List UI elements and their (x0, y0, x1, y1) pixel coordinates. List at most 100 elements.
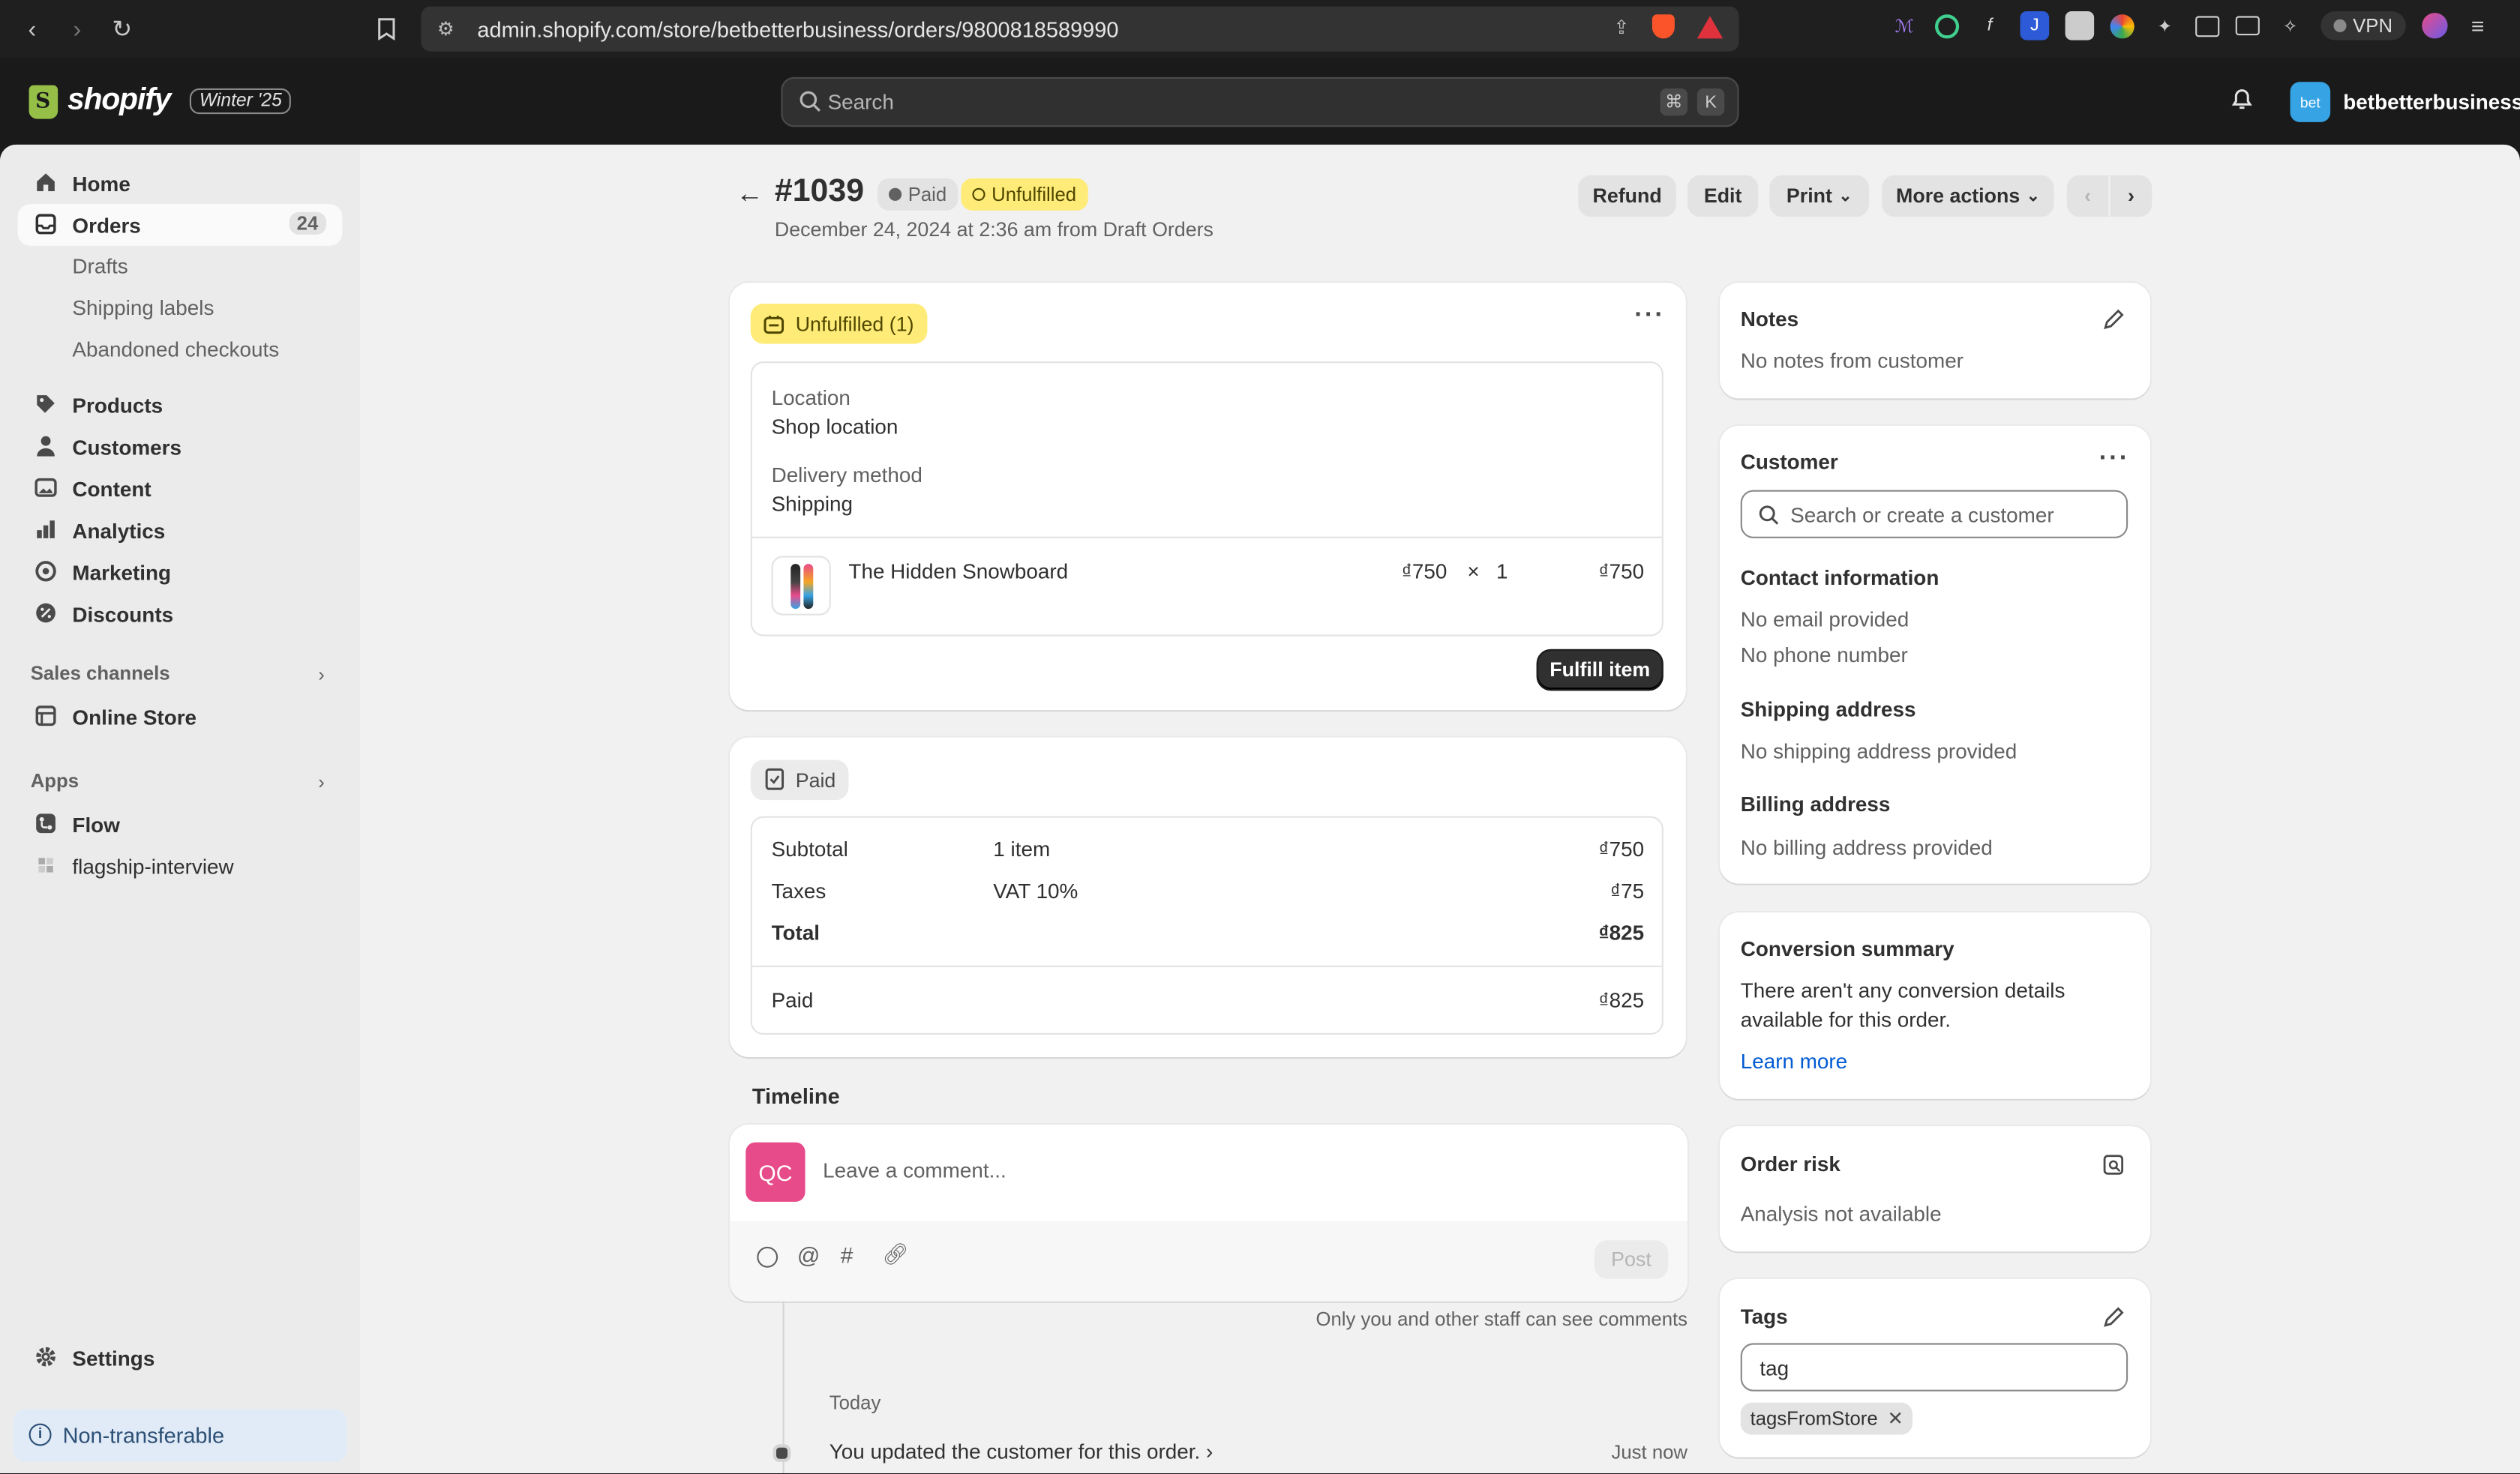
conversion-summary-card: Conversion summary There aren't any conv… (1719, 912, 2151, 1099)
brave-rewards-icon[interactable] (1696, 15, 1724, 38)
back-icon[interactable]: ‹ (16, 13, 48, 45)
notifications-bell-icon[interactable] (2230, 87, 2253, 116)
more-options-icon[interactable]: ··· (1634, 302, 1665, 331)
more-options-icon[interactable]: ··· (2099, 445, 2130, 475)
paid-value: ₫825 (1598, 987, 1645, 1012)
taxes-description[interactable]: VAT 10% (993, 879, 1078, 903)
paid-badge: Paid (750, 759, 849, 801)
extension-icon[interactable] (1935, 13, 1960, 38)
puzzle-icon[interactable]: ✦ (2150, 11, 2180, 40)
badge-label: Unfulfilled (1) (795, 312, 914, 335)
chevron-right-icon[interactable]: › (318, 664, 325, 686)
hashtag-icon[interactable]: # (841, 1242, 854, 1267)
close-icon[interactable]: ✕ (1887, 1407, 1904, 1430)
apps-heading[interactable]: Apps (31, 769, 79, 792)
attachment-icon[interactable]: 🔗︎ (882, 1242, 908, 1267)
sidebar-item-flow[interactable]: Flow (18, 803, 343, 845)
next-order-button[interactable]: › (2110, 175, 2152, 217)
sidebar-item-customers[interactable]: Customers (18, 426, 343, 468)
product-name-link[interactable]: The Hidden Snowboard (848, 559, 1068, 583)
forward-icon[interactable]: › (61, 13, 93, 45)
sidebar-item-settings[interactable]: Settings (18, 1337, 343, 1379)
post-button[interactable]: Post (1594, 1240, 1669, 1279)
fulfill-item-button[interactable]: Fulfill item (1538, 650, 1662, 690)
emoji-icon[interactable] (757, 1246, 778, 1268)
sidebar-item-home[interactable]: Home (18, 162, 343, 204)
non-transferable-banner[interactable]: i Non-transferable (13, 1409, 347, 1462)
extension-icon[interactable] (2110, 13, 2134, 38)
item-quantity: 1 (1496, 559, 1508, 583)
share-icon[interactable]: ⇪ (1613, 15, 1630, 37)
bookmark-icon[interactable] (370, 13, 402, 45)
url-text: admin.shopify.com/store/betbetterbusines… (477, 16, 1119, 41)
image-icon (34, 478, 57, 497)
reload-icon[interactable]: ↻ (106, 13, 138, 45)
sidebar-item-drafts[interactable]: Drafts (72, 254, 128, 278)
sidebar-item-analytics[interactable]: Analytics (18, 509, 343, 551)
tags-input[interactable]: tag (1740, 1343, 2128, 1392)
sidebar-toggle-icon[interactable] (2195, 15, 2220, 37)
edit-button[interactable]: Edit (1688, 175, 1759, 217)
conversion-summary-title: Conversion summary (1740, 936, 1954, 961)
person-icon (37, 436, 55, 457)
store-name: betbetterbusiness (2343, 90, 2520, 115)
menu-icon[interactable]: ≡ (2463, 11, 2492, 40)
sidebar-item-content[interactable]: Content (18, 468, 343, 510)
previous-order-button[interactable]: ‹ (2066, 175, 2109, 217)
refund-button[interactable]: Refund (1578, 175, 1676, 217)
sidebar-item-discounts[interactable]: Discounts (18, 593, 343, 635)
shipping-address-text: No shipping address provided (1740, 738, 2018, 763)
app-placeholder-icon (38, 858, 53, 873)
conversion-text-line-2: available for this order. (1740, 1007, 1951, 1032)
pencil-icon[interactable] (2102, 1306, 2125, 1329)
site-settings-icon[interactable]: ⚙ (437, 18, 454, 40)
page-title: #1039 (774, 173, 865, 209)
wallet-icon[interactable] (2235, 16, 2260, 36)
search-placeholder: Search (827, 90, 894, 115)
risk-report-icon[interactable] (2102, 1154, 2125, 1176)
extension-icon[interactable]: ℳ (1890, 11, 1919, 40)
sidebar-item-shipping-labels[interactable]: Shipping labels (72, 295, 214, 319)
brave-shield-icon[interactable] (1652, 14, 1675, 39)
shopify-logo[interactable]: shopify Winter '25 (28, 83, 292, 118)
sidebar-item-abandoned-checkouts[interactable]: Abandoned checkouts (72, 337, 279, 361)
search-icon (800, 91, 820, 112)
notes-title: Notes (1740, 307, 1799, 331)
back-arrow-icon[interactable]: ← (736, 178, 763, 211)
customer-search-input[interactable]: Search or create a customer (1740, 490, 2128, 538)
chevron-right-icon[interactable]: › (318, 771, 325, 794)
pencil-icon[interactable] (2102, 308, 2125, 331)
payment-summary: Subtotal 1 item ₫750 Taxes VAT 10% ₫75 T… (750, 816, 1664, 1035)
bar-chart-icon (37, 520, 55, 538)
sidebar-item-flagship-interview[interactable]: flagship-interview (18, 845, 343, 887)
address-bar[interactable]: ⚙ admin.shopify.com/store/betbetterbusin… (421, 6, 1739, 52)
subtotal-value: ₫750 (1598, 837, 1645, 861)
product-thumbnail[interactable] (771, 556, 831, 616)
mention-icon[interactable]: @ (797, 1242, 820, 1267)
timeline-event[interactable]: You updated the customer for this order.… (830, 1440, 1214, 1464)
print-button[interactable]: Print ⌄ (1769, 175, 1870, 217)
profile-icon[interactable] (2421, 13, 2447, 39)
no-email-text: No email provided (1740, 607, 1910, 632)
sidebar-item-products[interactable]: Products (18, 384, 343, 426)
sales-channels-heading[interactable]: Sales channels (31, 662, 170, 685)
store-menu-button[interactable]: bet betbetterbusiness (2290, 82, 2520, 122)
extension-icon[interactable]: f (1976, 11, 2005, 40)
learn-more-link[interactable]: Learn more (1741, 1049, 1847, 1073)
more-actions-button[interactable]: More actions ⌄ (1882, 175, 2054, 217)
admin-search-input[interactable]: Search ⌘ K (781, 76, 1739, 127)
comment-input[interactable]: Leave a comment... (823, 1158, 1006, 1182)
sidebar-item-marketing[interactable]: Marketing (18, 551, 343, 593)
vpn-button[interactable]: VPN (2320, 11, 2406, 40)
extension-icon[interactable]: J (2020, 11, 2050, 40)
avatar: QC (746, 1142, 806, 1202)
tags-title: Tags (1740, 1305, 1788, 1329)
sidebar-item-label: Products (72, 392, 164, 418)
sidebar-item-orders[interactable]: Orders 24 (17, 204, 343, 246)
leo-ai-icon[interactable]: ✧ (2276, 11, 2305, 40)
payment-status-badge: Paid (878, 178, 958, 211)
extension-icon[interactable] (2065, 11, 2095, 40)
shipping-address-title: Shipping address (1740, 697, 1916, 722)
billing-address-text: No billing address provided (1740, 835, 1993, 860)
sidebar-item-online-store[interactable]: Online Store (18, 696, 343, 738)
